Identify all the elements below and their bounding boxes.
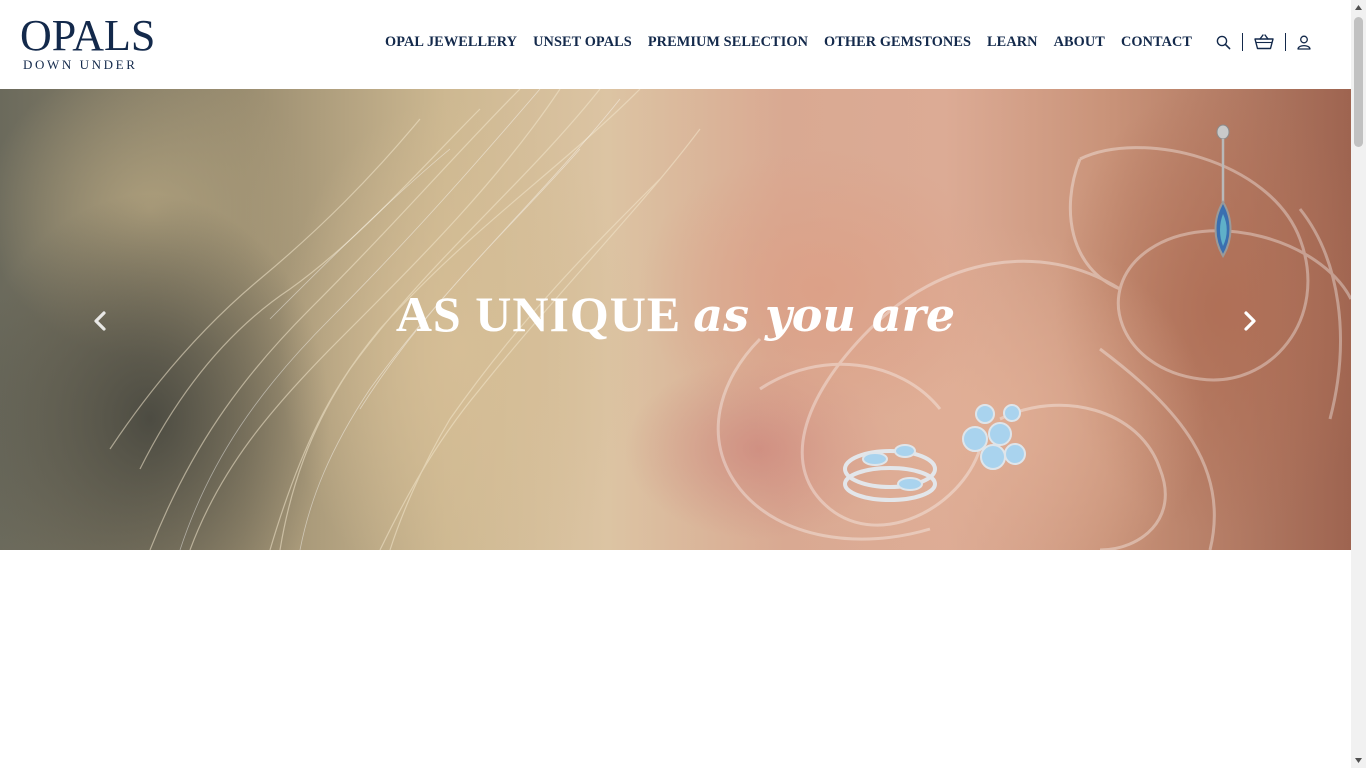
site-header: OPALS DOWN UNDER OPAL JEWELLERY UNSET OP…	[0, 0, 1351, 89]
earring-image	[1214, 124, 1232, 258]
cart-button[interactable]	[1254, 30, 1274, 54]
page-scrollbar[interactable]	[1351, 0, 1366, 768]
rings-image	[843, 404, 1026, 502]
user-icon	[1297, 35, 1311, 50]
scrollbar-thumb[interactable]	[1354, 17, 1363, 147]
header-tools	[1216, 30, 1311, 54]
chevron-right-icon	[1244, 311, 1256, 331]
nav-item-contact[interactable]: CONTACT	[1121, 34, 1192, 51]
hero-headline-caps: AS UNIQUE	[395, 286, 682, 342]
scroll-up-arrow[interactable]	[1354, 3, 1363, 12]
nav-item-learn[interactable]: LEARN	[987, 34, 1038, 51]
carousel-next-button[interactable]	[1238, 309, 1262, 333]
logo[interactable]: OPALS DOWN UNDER	[20, 14, 165, 74]
hero-headline: AS UNIQUE as you are	[0, 285, 1351, 343]
chevron-left-icon	[94, 311, 106, 331]
basket-icon	[1254, 34, 1274, 50]
nav-item-unset-opals[interactable]: UNSET OPALS	[533, 34, 632, 51]
main-nav: OPAL JEWELLERY UNSET OPALS PREMIUM SELEC…	[385, 31, 1192, 53]
nav-item-opal-jewellery[interactable]: OPAL JEWELLERY	[385, 34, 517, 51]
carousel-prev-button[interactable]	[88, 309, 112, 333]
nav-item-other-gemstones[interactable]: OTHER GEMSTONES	[824, 34, 971, 51]
page: OPALS DOWN UNDER OPAL JEWELLERY UNSET OP…	[0, 0, 1351, 768]
hero-carousel: AS UNIQUE as you are	[0, 89, 1351, 550]
hero-headline-script: as you are	[693, 288, 956, 342]
triangle-down-icon	[1355, 758, 1362, 763]
logo-main-text: OPALS	[20, 11, 156, 60]
nav-item-premium-selection[interactable]: PREMIUM SELECTION	[648, 34, 808, 51]
triangle-up-icon	[1355, 5, 1362, 10]
search-icon	[1216, 35, 1231, 49]
nav-item-about[interactable]: ABOUT	[1054, 34, 1105, 51]
divider	[1285, 33, 1286, 51]
account-button[interactable]	[1297, 30, 1311, 54]
search-button[interactable]	[1216, 30, 1231, 54]
logo-sub-text: DOWN UNDER	[23, 57, 138, 72]
scroll-down-arrow[interactable]	[1354, 756, 1363, 765]
divider	[1242, 33, 1243, 51]
